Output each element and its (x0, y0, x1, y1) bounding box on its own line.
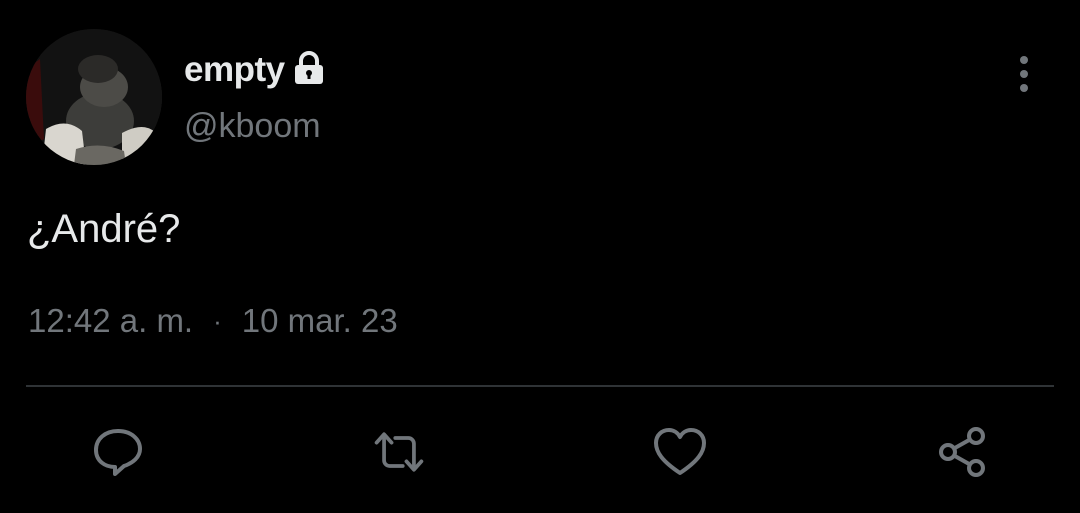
like-button[interactable] (652, 424, 708, 480)
reply-icon (94, 429, 142, 476)
avatar[interactable] (26, 29, 162, 165)
retweet-button[interactable] (371, 424, 427, 480)
heart-icon (654, 428, 706, 475)
share-button[interactable] (934, 424, 990, 480)
user-handle[interactable]: @kboom (184, 104, 327, 148)
share-icon (939, 427, 985, 477)
display-name[interactable]: empty (184, 48, 285, 92)
more-vertical-icon[interactable] (1004, 52, 1044, 96)
more-dot (1020, 84, 1028, 92)
meta-separator: · (213, 306, 222, 336)
more-dot (1020, 70, 1028, 78)
tweet-detail: empty @kboom ¿André? 12:42 a. m. · 10 ma… (0, 0, 1080, 513)
avatar-photo (26, 29, 162, 165)
divider (26, 385, 1054, 387)
reply-button[interactable] (90, 424, 146, 480)
more-dot (1020, 56, 1028, 64)
display-name-row: empty (184, 48, 327, 92)
tweet-date: 10 mar. 23 (241, 302, 398, 339)
tweet-text: ¿André? (27, 207, 181, 251)
retweet-icon (374, 432, 424, 472)
tweet-time: 12:42 a. m. (28, 302, 194, 339)
tweet-timestamp[interactable]: 12:42 a. m. · 10 mar. 23 (28, 297, 398, 345)
lock-icon (291, 50, 327, 86)
tweet-author: empty @kboom (184, 48, 327, 148)
